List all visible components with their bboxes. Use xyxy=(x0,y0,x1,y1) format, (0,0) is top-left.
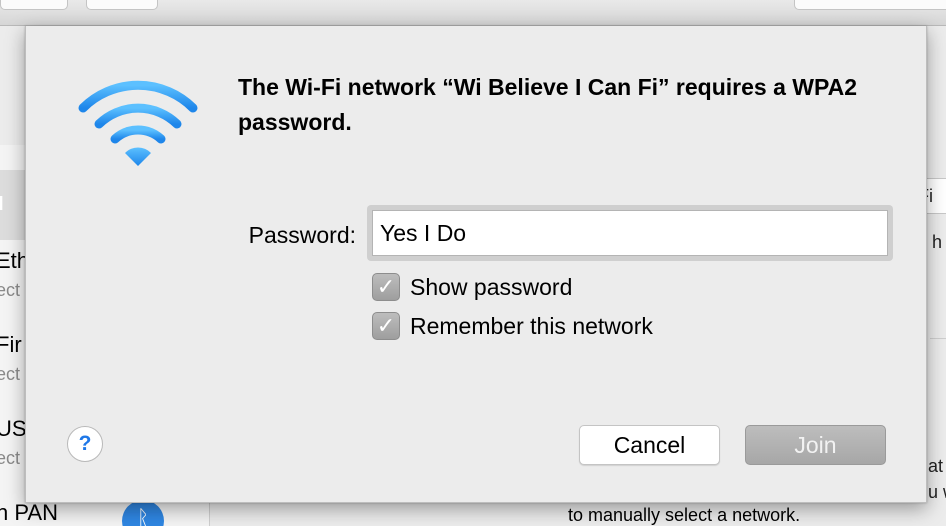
password-input[interactable] xyxy=(372,210,888,256)
sidebar-item-firewire[interactable]: Fir xyxy=(0,332,22,358)
toolbar-forward-button[interactable] xyxy=(86,0,158,10)
sidebar-item-status: ect xyxy=(0,448,21,468)
wifi-icon xyxy=(78,80,198,166)
remember-network-row[interactable]: ✓ Remember this network xyxy=(372,311,653,341)
sidebar-header-text: d xyxy=(0,194,4,216)
help-button[interactable]: ? xyxy=(67,426,103,462)
cancel-button[interactable]: Cancel xyxy=(579,425,720,465)
show-password-label[interactable]: Show password xyxy=(410,272,572,302)
sidebar-item-usb[interactable]: US xyxy=(0,416,27,442)
dialog-title: The Wi-Fi network “Wi Believe I Can Fi” … xyxy=(238,74,858,135)
wifi-password-sheet: The Wi-Fi network “Wi Believe I Can Fi” … xyxy=(25,26,927,503)
background-divider xyxy=(930,338,946,339)
password-field-frame xyxy=(367,205,893,261)
join-button[interactable]: Join xyxy=(745,425,886,465)
show-password-row[interactable]: ✓ Show password xyxy=(372,272,572,302)
background-hint-text: to manually select a network. xyxy=(568,505,801,525)
remember-network-checkbox[interactable]: ✓ xyxy=(372,312,400,340)
sidebar-item-status: ect xyxy=(0,280,21,300)
background-fragment: h xyxy=(932,232,943,252)
background-fragment: u w xyxy=(928,482,946,502)
toolbar-back-button[interactable] xyxy=(0,0,68,10)
sidebar-item-status: ect xyxy=(0,364,21,384)
show-password-checkbox[interactable]: ✓ xyxy=(372,273,400,301)
background-fragment: at xyxy=(928,456,944,476)
toolbar-search-field[interactable] xyxy=(794,0,946,10)
sidebar-item-bluetooth-pan[interactable]: h PAN xyxy=(0,500,58,526)
password-label: Password: xyxy=(248,222,356,248)
remember-network-label[interactable]: Remember this network xyxy=(410,311,653,341)
